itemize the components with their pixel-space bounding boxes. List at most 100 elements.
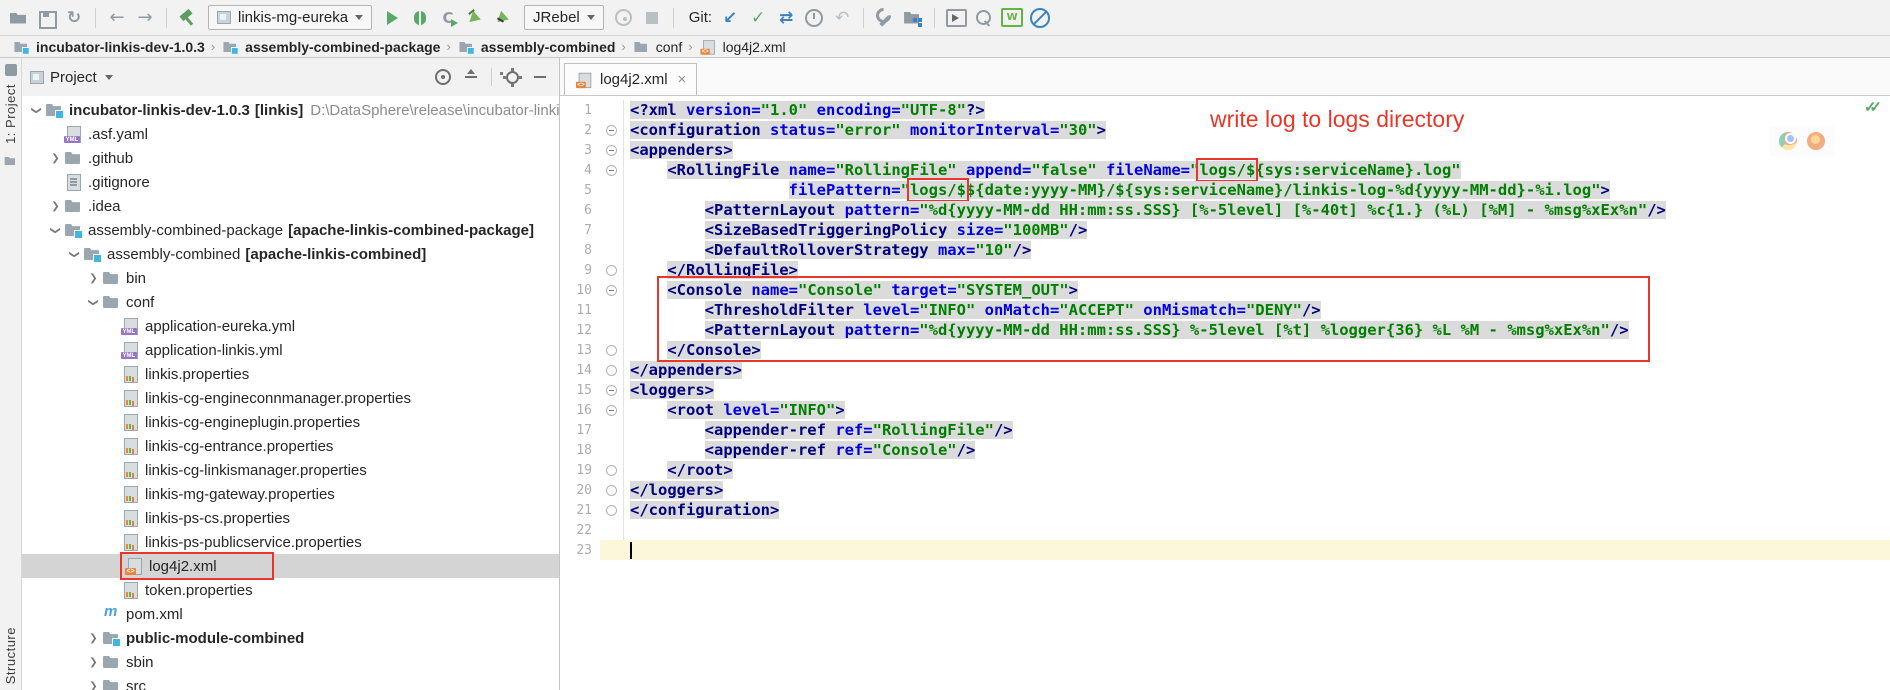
- chevron-right-icon[interactable]: [47, 153, 64, 164]
- tree-item-.asf.yaml[interactable]: .asf.yaml: [22, 122, 559, 146]
- code-text[interactable]: <appender-ref ref="RollingFile"/>: [624, 420, 1890, 440]
- fold-marker[interactable]: [600, 140, 624, 160]
- tree-item-log4j2.xml[interactable]: log4j2.xml: [22, 554, 559, 578]
- code-line-19[interactable]: 19 </root>: [560, 460, 1890, 480]
- code-line-14[interactable]: 14</appenders>: [560, 360, 1890, 380]
- code-text[interactable]: </root>: [624, 460, 1890, 480]
- fold-marker[interactable]: [600, 460, 624, 480]
- code-text[interactable]: </Console>: [624, 340, 1890, 360]
- code-line-1[interactable]: 1<?xml version="1.0" encoding="UTF-8"?>: [560, 100, 1890, 120]
- code-text[interactable]: <appender-ref ref="Console"/>: [624, 440, 1890, 460]
- code-text[interactable]: <PatternLayout pattern="%d{yyyy-MM-dd HH…: [624, 320, 1890, 340]
- fold-marker[interactable]: [600, 120, 624, 140]
- code-line-12[interactable]: 12 <PatternLayout pattern="%d{yyyy-MM-dd…: [560, 320, 1890, 340]
- chevron-down-icon[interactable]: [85, 297, 102, 308]
- code-text[interactable]: <root level="INFO">: [624, 400, 1890, 420]
- tree-item-conf[interactable]: conf: [22, 290, 559, 314]
- breadcrumb-item-log4j2.xml[interactable]: log4j2.xml: [699, 38, 786, 56]
- fold-marker[interactable]: [600, 360, 624, 380]
- code-line-23[interactable]: 23: [560, 540, 1890, 560]
- tree-item-linkis-ps-publicservice.properties[interactable]: linkis-ps-publicservice.properties: [22, 530, 559, 554]
- no-entry-icon[interactable]: [1028, 6, 1052, 30]
- code-line-11[interactable]: 11 <ThresholdFilter level="INFO" onMatch…: [560, 300, 1890, 320]
- run-window-icon[interactable]: [944, 6, 968, 30]
- code-line-17[interactable]: 17 <appender-ref ref="RollingFile"/>: [560, 420, 1890, 440]
- attach-icon[interactable]: [612, 6, 636, 30]
- code-line-4[interactable]: 4 <RollingFile name="RollingFile" append…: [560, 160, 1890, 180]
- nav-back-icon[interactable]: [105, 6, 129, 30]
- save-icon[interactable]: [34, 6, 58, 30]
- tree-item-src[interactable]: src: [22, 674, 559, 690]
- code-text[interactable]: [624, 520, 1890, 540]
- code-line-20[interactable]: 20</loggers>: [560, 480, 1890, 500]
- fold-open-icon[interactable]: [606, 405, 617, 416]
- code-line-13[interactable]: 13 </Console>: [560, 340, 1890, 360]
- code-line-9[interactable]: 9 </RollingFile>: [560, 260, 1890, 280]
- chevron-down-icon[interactable]: [47, 225, 64, 236]
- debug-icon[interactable]: [408, 6, 432, 30]
- code-pane[interactable]: 1<?xml version="1.0" encoding="UTF-8"?> 2…: [560, 96, 1890, 560]
- tree-item-linkis-cg-entrance.properties[interactable]: linkis-cg-entrance.properties: [22, 434, 559, 458]
- chevron-right-icon[interactable]: [85, 633, 102, 644]
- code-text[interactable]: </RollingFile>: [624, 260, 1890, 280]
- nav-forward-icon[interactable]: [133, 6, 157, 30]
- tree-item-assembly-combined[interactable]: assembly-combined[apache-linkis-combined…: [22, 242, 559, 266]
- tree-item-application-eureka.yml[interactable]: application-eureka.yml: [22, 314, 559, 338]
- w-badge-icon[interactable]: [1000, 6, 1024, 30]
- tree-item-linkis-cg-engineplugin.properties[interactable]: linkis-cg-engineplugin.properties: [22, 410, 559, 434]
- code-line-21[interactable]: 21</configuration>: [560, 500, 1890, 520]
- chevron-right-icon[interactable]: [85, 681, 102, 690]
- tree-item-application-linkis.yml[interactable]: application-linkis.yml: [22, 338, 559, 362]
- tree-item-linkis.properties[interactable]: linkis.properties: [22, 362, 559, 386]
- chevron-down-icon[interactable]: [66, 249, 83, 260]
- tree-item-bin[interactable]: bin: [22, 266, 559, 290]
- project-structure-icon[interactable]: [901, 6, 925, 30]
- git-update-icon[interactable]: [718, 6, 742, 30]
- code-text[interactable]: <Console name="Console" target="SYSTEM_O…: [624, 280, 1890, 300]
- open-folder-icon[interactable]: [6, 6, 30, 30]
- code-text[interactable]: <ThresholdFilter level="INFO" onMatch="A…: [624, 300, 1890, 320]
- code-line-8[interactable]: 8 <DefaultRolloverStrategy max="10"/>: [560, 240, 1890, 260]
- chevron-right-icon[interactable]: [85, 273, 102, 284]
- code-line-15[interactable]: 15<loggers>: [560, 380, 1890, 400]
- code-text[interactable]: <?xml version="1.0" encoding="UTF-8"?>: [624, 100, 1890, 120]
- locate-file-icon[interactable]: [432, 66, 454, 88]
- code-text[interactable]: </loggers>: [624, 480, 1890, 500]
- code-text[interactable]: <loggers>: [624, 380, 1890, 400]
- code-text[interactable]: <appenders>: [624, 140, 1890, 160]
- stop-icon[interactable]: [640, 6, 664, 30]
- chevron-right-icon[interactable]: [47, 201, 64, 212]
- code-text[interactable]: <RollingFile name="RollingFile" append="…: [624, 160, 1890, 180]
- run-icon[interactable]: [380, 6, 404, 30]
- tree-item-.idea[interactable]: .idea: [22, 194, 559, 218]
- profiler-alloc-icon[interactable]: [492, 6, 516, 30]
- fold-end-icon[interactable]: [606, 365, 617, 376]
- code-line-7[interactable]: 7 <SizeBasedTriggeringPolicy size="100MB…: [560, 220, 1890, 240]
- fold-marker[interactable]: [600, 260, 624, 280]
- jrebel-label-combo[interactable]: JRebel: [524, 5, 604, 30]
- project-panel-title[interactable]: Project: [50, 69, 97, 86]
- fold-marker[interactable]: [600, 500, 624, 520]
- hide-panel-icon[interactable]: [529, 66, 551, 88]
- breadcrumb-item-conf[interactable]: conf: [632, 38, 682, 56]
- tree-item-.gitignore[interactable]: .gitignore: [22, 170, 559, 194]
- code-text[interactable]: <PatternLayout pattern="%d{yyyy-MM-dd HH…: [624, 200, 1890, 220]
- editor-body[interactable]: 1<?xml version="1.0" encoding="UTF-8"?> 2…: [560, 96, 1890, 690]
- fold-end-icon[interactable]: [606, 465, 617, 476]
- tree-item-sbin[interactable]: sbin: [22, 650, 559, 674]
- git-history-icon[interactable]: [802, 6, 826, 30]
- fold-end-icon[interactable]: [606, 345, 617, 356]
- profiler-cpu-icon[interactable]: [464, 6, 488, 30]
- tree-item-linkis-ps-cs.properties[interactable]: linkis-ps-cs.properties: [22, 506, 559, 530]
- coverage-icon[interactable]: [436, 6, 460, 30]
- close-icon[interactable]: ×: [678, 71, 687, 88]
- code-line-10[interactable]: 10 <Console name="Console" target="SYSTE…: [560, 280, 1890, 300]
- collapse-all-icon[interactable]: [460, 66, 482, 88]
- tree-item-assembly-combined-package[interactable]: assembly-combined-package[apache-linkis-…: [22, 218, 559, 242]
- chevron-down-icon[interactable]: [105, 75, 113, 80]
- code-text[interactable]: <SizeBasedTriggeringPolicy size="100MB"/…: [624, 220, 1890, 240]
- fold-end-icon[interactable]: [606, 265, 617, 276]
- fold-end-icon[interactable]: [606, 485, 617, 496]
- chrome-icon[interactable]: [1779, 132, 1797, 150]
- inspection-ok-icon[interactable]: ✓✓: [1864, 98, 1882, 116]
